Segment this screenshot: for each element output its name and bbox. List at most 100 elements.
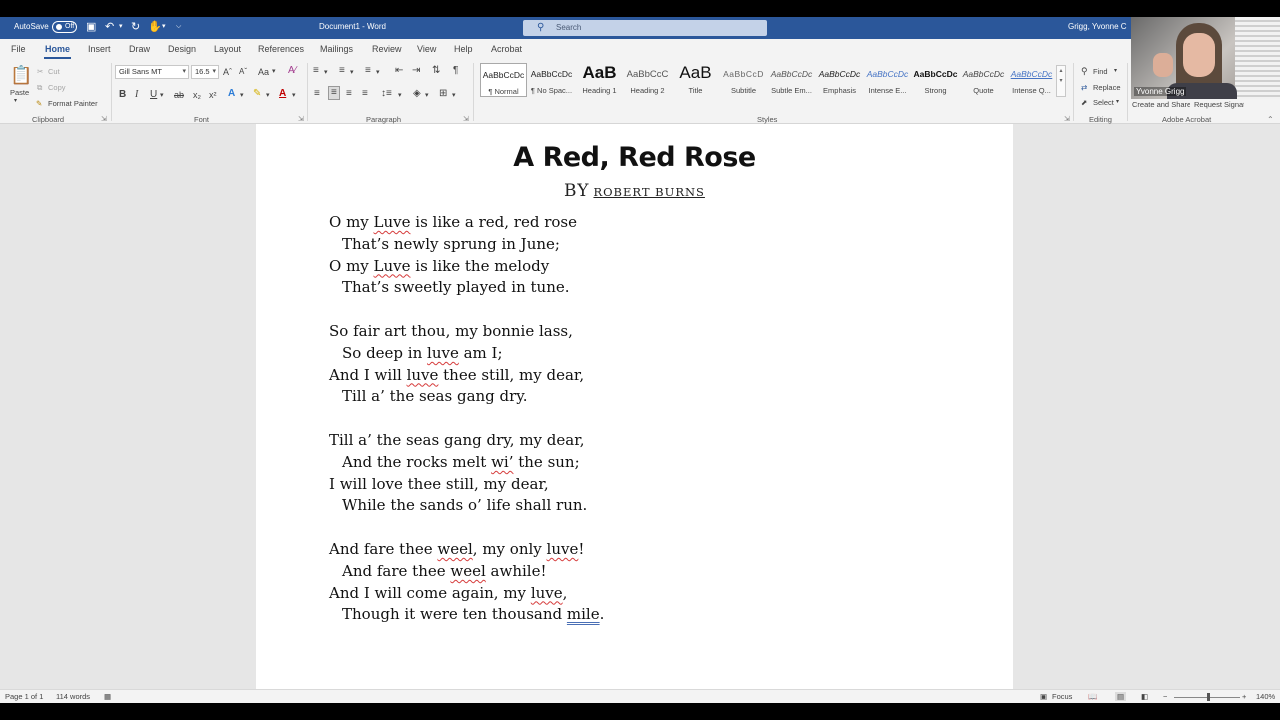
tab-design[interactable]: Design [168, 44, 196, 54]
chevron-down-icon[interactable]: ▾ [324, 67, 328, 79]
print-layout-icon[interactable]: ▤ [1115, 692, 1127, 701]
tab-insert[interactable]: Insert [88, 44, 111, 54]
line-spacing-icon[interactable]: ↕≡ [381, 88, 392, 100]
strikethrough-button[interactable]: ab [174, 89, 184, 101]
zoom-in-icon[interactable]: + [1242, 692, 1246, 701]
request-signatures-button[interactable]: Request Signatures [1194, 100, 1244, 109]
spelling-flag[interactable]: luve [427, 344, 459, 362]
subscript-button[interactable]: x₂ [193, 89, 201, 101]
style-strong[interactable]: AaBbCcDc Strong [912, 63, 959, 97]
format-painter-button[interactable]: Format Painter [48, 99, 98, 108]
redo-icon[interactable]: ↻ [131, 21, 140, 33]
spelling-flag[interactable]: luve [407, 366, 439, 384]
read-mode-icon[interactable]: 📖 [1088, 692, 1097, 701]
chevron-down-icon[interactable]: ▾ [292, 90, 296, 102]
page-count[interactable]: Page 1 of 1 [5, 692, 43, 701]
style-subtle-emphasis[interactable]: AaBbCcDc Subtle Em... [768, 63, 815, 97]
chevron-down-icon[interactable]: ▾ [160, 90, 164, 102]
text-effects-icon[interactable]: A [228, 88, 235, 100]
replace-icon[interactable]: ⇄ [1081, 83, 1087, 92]
document-canvas[interactable]: A Red, Red Rose BY ROBERT BURNS O my Luve… [0, 124, 1280, 689]
sort-icon[interactable]: ⇅ [432, 65, 440, 77]
tab-acrobat[interactable]: Acrobat [491, 44, 522, 54]
format-painter-icon[interactable]: ✎ [36, 99, 42, 108]
shading-icon[interactable]: ◈ [413, 88, 421, 100]
chevron-down-icon[interactable]: ▾ [240, 90, 244, 102]
borders-icon[interactable]: ⊞ [439, 88, 447, 100]
align-left-icon[interactable]: ≡ [314, 88, 320, 100]
select-icon[interactable]: ⬈ [1081, 98, 1087, 107]
undo-icon[interactable]: ↶ [105, 21, 114, 33]
tab-view[interactable]: View [417, 44, 436, 54]
chevron-down-icon[interactable]: ▾ [1116, 98, 1119, 105]
copy-button[interactable]: Copy [48, 83, 66, 92]
spelling-flag[interactable]: weel [450, 562, 485, 580]
chevron-down-icon[interactable]: ▾ [376, 67, 380, 79]
justify-icon[interactable]: ≡ [362, 88, 368, 100]
clear-formatting-icon[interactable]: A∕ [288, 65, 296, 77]
web-layout-icon[interactable]: ◧ [1141, 692, 1148, 701]
multilevel-list-icon[interactable]: ≡ [365, 65, 371, 77]
chevron-down-icon[interactable]: ▾ [398, 90, 402, 102]
chevron-down-icon[interactable]: ▾ [350, 67, 354, 79]
paragraph-launcher-icon[interactable]: ⇲ [463, 115, 469, 123]
proofing-icon[interactable]: ▦ [104, 692, 111, 701]
chevron-down-icon[interactable]: ▾ [1114, 67, 1117, 74]
tab-review[interactable]: Review [372, 44, 402, 54]
increase-indent-icon[interactable]: ⇥ [412, 65, 420, 77]
autosave-toggle[interactable]: Off [52, 21, 77, 33]
align-center-icon[interactable]: ≡ [328, 86, 340, 100]
show-formatting-button[interactable]: ¶ [453, 65, 458, 77]
zoom-out-icon[interactable]: − [1163, 692, 1167, 701]
undo-dropdown-icon[interactable]: ▾ [119, 21, 123, 33]
chevron-down-icon[interactable]: ▾ [266, 90, 270, 102]
style-quote[interactable]: AaBbCcDc Quote [960, 63, 1007, 97]
touch-dropdown-icon[interactable]: ▾ [162, 21, 166, 33]
save-icon[interactable]: ▣ [86, 21, 96, 33]
spelling-flag[interactable]: luve [531, 584, 563, 602]
spelling-flag[interactable]: weel [437, 540, 472, 558]
align-right-icon[interactable]: ≡ [346, 88, 352, 100]
change-case-button[interactable]: Aa [258, 66, 269, 78]
grammar-flag[interactable]: mile [567, 605, 600, 623]
chevron-down-icon[interactable]: ▾ [272, 66, 276, 78]
zoom-level[interactable]: 140% [1256, 692, 1275, 701]
grow-font-icon[interactable]: Aˆ [223, 66, 232, 78]
tab-mailings[interactable]: Mailings [320, 44, 353, 54]
style-subtitle[interactable]: AaBbCcD Subtitle [720, 63, 767, 97]
collapse-ribbon-icon[interactable]: ⌃ [1267, 115, 1274, 124]
italic-button[interactable]: I [135, 89, 138, 101]
decrease-indent-icon[interactable]: ⇤ [395, 65, 403, 77]
tab-file[interactable]: File [11, 44, 26, 54]
touch-mode-icon[interactable]: ✋ [148, 21, 162, 33]
tab-help[interactable]: Help [454, 44, 473, 54]
user-name[interactable]: Grigg, Yvonne C [1068, 22, 1127, 31]
style-no-spacing[interactable]: AaBbCcDc ¶ No Spac... [528, 63, 575, 97]
superscript-button[interactable]: x² [209, 89, 217, 101]
bold-button[interactable]: B [119, 89, 126, 101]
spelling-flag[interactable]: Luve [374, 257, 411, 275]
spelling-flag[interactable]: wi’ [491, 453, 513, 471]
style-heading-2[interactable]: AaBbCcC Heading 2 [624, 63, 671, 97]
font-family-dropdown[interactable]: Gill Sans MT ▾ [115, 65, 189, 79]
find-button[interactable]: Find [1093, 67, 1108, 76]
document-page[interactable]: A Red, Red Rose BY ROBERT BURNS O my Luve… [256, 124, 1013, 689]
spelling-flag[interactable]: Luve [374, 213, 411, 231]
shrink-font-icon[interactable]: Aˇ [239, 66, 247, 78]
zoom-slider-thumb[interactable] [1207, 693, 1210, 701]
tab-draw[interactable]: Draw [129, 44, 150, 54]
font-launcher-icon[interactable]: ⇲ [298, 115, 304, 123]
focus-button[interactable]: Focus [1052, 692, 1072, 701]
bullets-icon[interactable]: ≡ [313, 65, 319, 77]
paste-button[interactable]: Paste [10, 88, 29, 97]
spelling-flag[interactable]: luve [547, 540, 579, 558]
create-pdf-button[interactable]: Create and Share Adobe PDF [1132, 100, 1190, 109]
style-normal[interactable]: AaBbCcDc ¶ Normal [480, 63, 527, 97]
style-intense-emphasis[interactable]: AaBbCcDc Intense E... [864, 63, 911, 97]
tab-layout[interactable]: Layout [214, 44, 241, 54]
clipboard-launcher-icon[interactable]: ⇲ [101, 115, 107, 123]
font-color-icon[interactable]: A [279, 88, 286, 100]
style-heading-1[interactable]: AaB Heading 1 [576, 63, 623, 97]
cut-button[interactable]: Cut [48, 67, 60, 76]
chevron-down-icon[interactable]: ▾ [425, 90, 429, 102]
